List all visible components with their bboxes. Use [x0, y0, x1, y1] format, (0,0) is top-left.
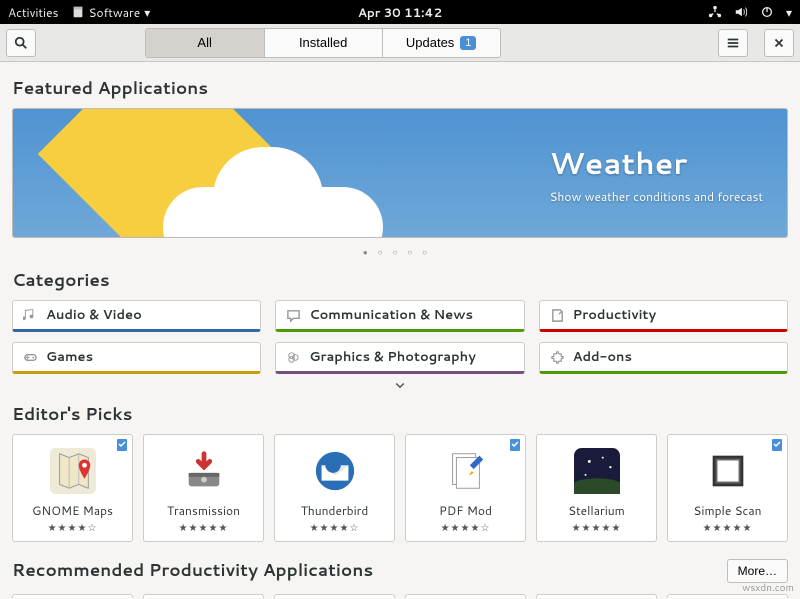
app-menu[interactable]: Software ▾	[71, 4, 151, 21]
chevron-down-icon: ▾	[144, 4, 150, 21]
tab-installed[interactable]: Installed	[264, 29, 382, 57]
category-label: Add-ons	[573, 348, 632, 366]
category-label: Productivity	[573, 306, 657, 324]
category-communication-news[interactable]: Communication & News	[275, 300, 524, 332]
banner-title: Weather	[549, 141, 763, 184]
source-tag-icon	[117, 438, 127, 456]
category-icon	[550, 350, 565, 365]
recommended-app-card[interactable]	[274, 594, 395, 598]
gnome-top-bar: Activities Software ▾ Apr 30 11:42 ▾	[0, 0, 800, 24]
app-name: GNOME Maps	[32, 502, 113, 519]
header-bar: All Installed Updates 1	[0, 24, 800, 62]
category-label: Audio & Video	[46, 306, 142, 324]
app-card-simple-scan[interactable]: Simple Scan ★★★★★	[667, 434, 788, 542]
menu-button[interactable]	[718, 29, 748, 57]
network-icon[interactable]	[708, 5, 722, 19]
tab-updates[interactable]: Updates 1	[382, 29, 500, 57]
chevron-down-icon	[394, 379, 406, 391]
recommended-app-card[interactable]	[12, 594, 133, 598]
tab-all[interactable]: All	[146, 29, 264, 57]
app-icon	[443, 448, 489, 494]
power-icon[interactable]	[760, 5, 774, 19]
app-rating: ★★★★★	[703, 521, 753, 535]
activities-button[interactable]: Activities	[8, 4, 59, 21]
app-icon	[312, 448, 358, 494]
app-rating: ★★★★☆	[441, 521, 491, 535]
recommended-grid	[12, 594, 788, 598]
app-icon	[181, 448, 227, 494]
app-icon	[705, 448, 751, 494]
category-productivity[interactable]: Productivity	[539, 300, 788, 332]
category-add-ons[interactable]: Add-ons	[539, 342, 788, 374]
app-name: Stellarium	[568, 502, 625, 519]
view-switcher: All Installed Updates 1	[145, 28, 501, 58]
category-label: Communication & News	[309, 306, 473, 324]
recommended-app-card[interactable]	[143, 594, 264, 598]
search-button[interactable]	[6, 29, 36, 57]
recommended-app-card[interactable]	[536, 594, 657, 598]
category-icon	[23, 308, 38, 323]
app-name: Transmission	[167, 502, 240, 519]
software-icon	[71, 5, 85, 19]
picks-heading: Editor's Picks	[12, 402, 788, 426]
category-label: Graphics & Photography	[309, 348, 476, 366]
app-rating: ★★★★☆	[310, 521, 360, 535]
main-content: Featured Applications Weather Show weath…	[0, 62, 800, 598]
app-rating: ★★★★★	[572, 521, 622, 535]
category-icon	[286, 308, 301, 323]
app-card-stellarium[interactable]: Stellarium ★★★★★	[536, 434, 657, 542]
category-icon	[23, 350, 38, 365]
category-label: Games	[46, 348, 93, 366]
recommended-heading: Recommended Productivity Applications	[12, 558, 373, 582]
app-icon	[50, 448, 96, 494]
expand-categories[interactable]	[12, 378, 788, 396]
app-rating: ★★★★★	[179, 521, 229, 535]
app-card-transmission[interactable]: Transmission ★★★★★	[143, 434, 264, 542]
hamburger-icon	[726, 36, 740, 50]
app-name: Simple Scan	[693, 502, 761, 519]
categories-heading: Categories	[12, 268, 788, 292]
featured-banner[interactable]: Weather Show weather conditions and fore…	[12, 108, 788, 238]
more-button[interactable]: More…	[727, 559, 788, 583]
category-graphics-photography[interactable]: Graphics & Photography	[275, 342, 524, 374]
featured-heading: Featured Applications	[12, 76, 788, 100]
category-icon	[550, 308, 565, 323]
updates-count-badge: 1	[460, 36, 476, 50]
picks-grid: GNOME Maps ★★★★☆ Transmission ★★★★★ Thunderb…	[12, 434, 788, 542]
categories-grid: Audio & Video Communication & News Product…	[12, 300, 788, 374]
volume-icon[interactable]	[734, 5, 748, 19]
app-rating: ★★★★☆	[48, 521, 98, 535]
close-button[interactable]	[764, 29, 794, 57]
cloud-graphic	[213, 147, 323, 238]
watermark: wsxdn.com	[742, 581, 794, 595]
app-name: PDF Mod	[439, 502, 492, 519]
close-icon	[772, 36, 786, 50]
category-icon	[286, 350, 301, 365]
app-name: Thunderbird	[301, 502, 369, 519]
category-games[interactable]: Games	[12, 342, 261, 374]
chevron-down-icon: ▾	[786, 4, 792, 21]
app-card-gnome-maps[interactable]: GNOME Maps ★★★★☆	[12, 434, 133, 542]
app-icon	[574, 448, 620, 494]
source-tag-icon	[772, 438, 782, 456]
clock[interactable]: Apr 30 11:42	[358, 4, 442, 21]
carousel-dots[interactable]: ●○○○○	[12, 238, 788, 262]
banner-subtitle: Show weather conditions and forecast	[549, 188, 763, 205]
recommended-app-card[interactable]	[405, 594, 526, 598]
category-audio-video[interactable]: Audio & Video	[12, 300, 261, 332]
app-card-thunderbird[interactable]: Thunderbird ★★★★☆	[274, 434, 395, 542]
source-tag-icon	[510, 438, 520, 456]
app-card-pdf-mod[interactable]: PDF Mod ★★★★☆	[405, 434, 526, 542]
search-icon	[14, 36, 28, 50]
